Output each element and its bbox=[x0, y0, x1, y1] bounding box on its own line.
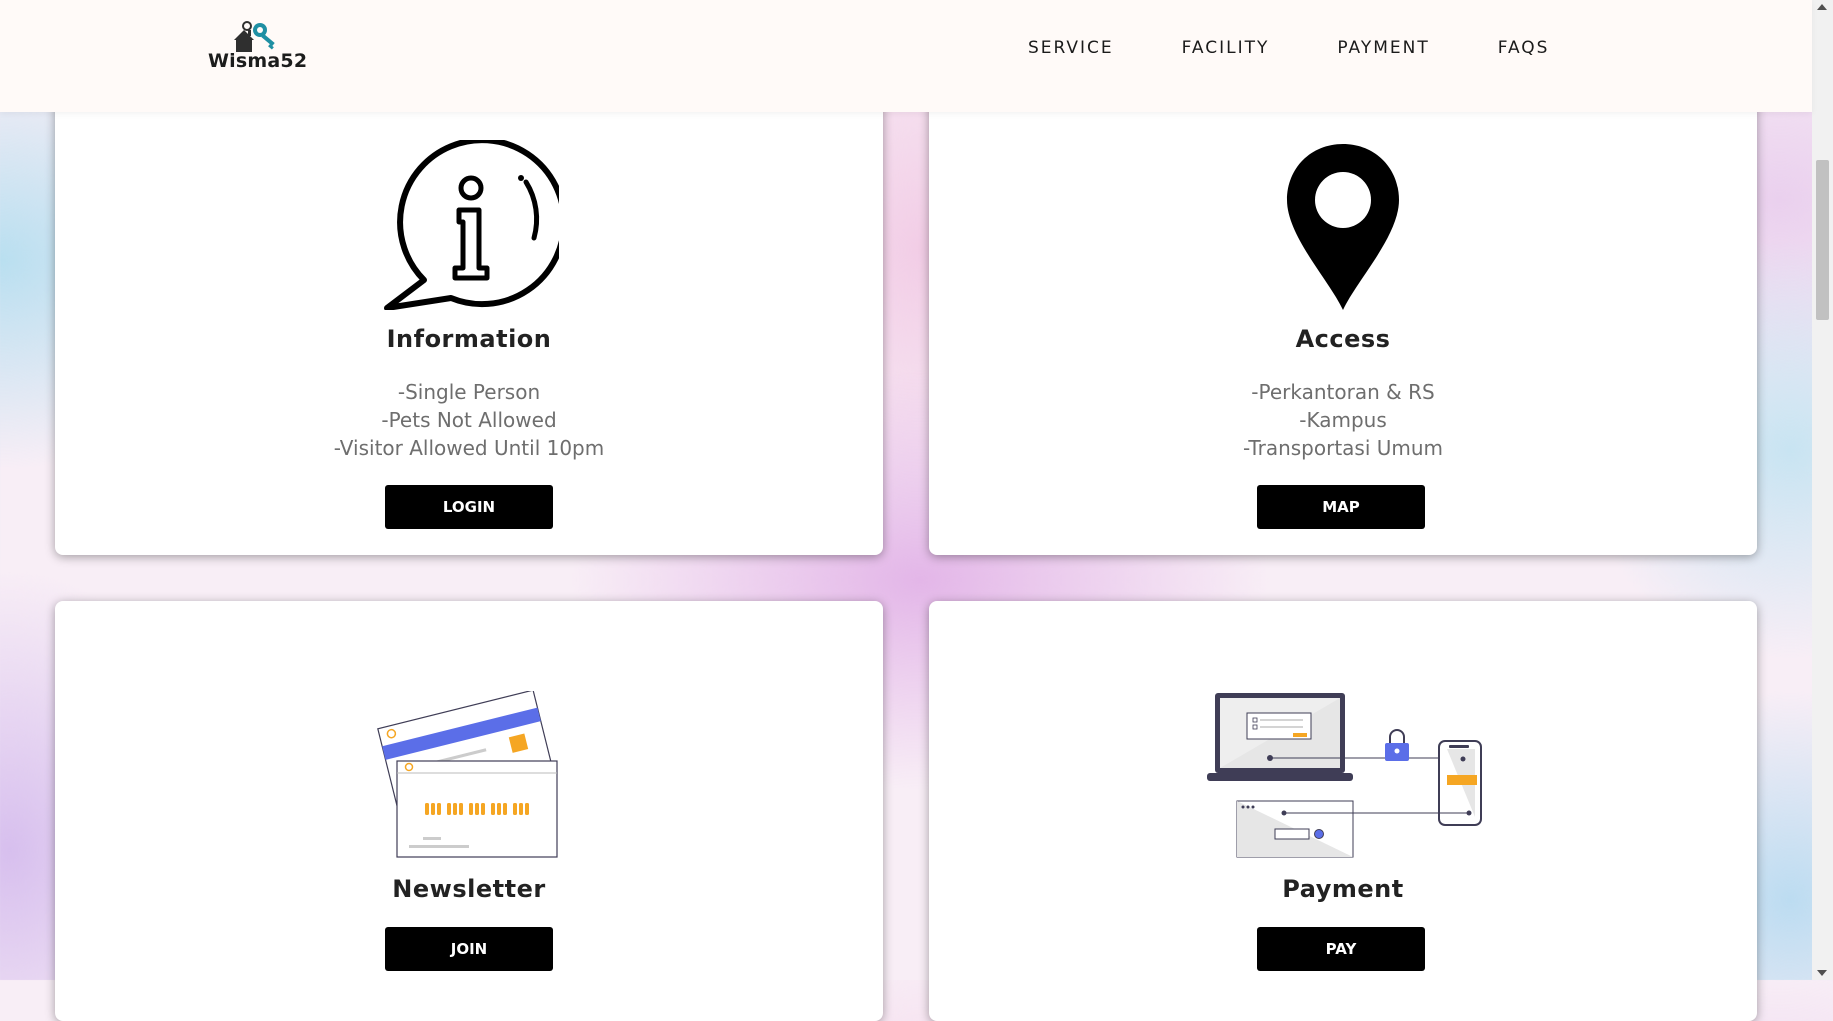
card-title: Information bbox=[386, 325, 552, 353]
card-title: Payment bbox=[1282, 875, 1404, 903]
payment-card: Payment PAY bbox=[929, 601, 1757, 1021]
card-title: Newsletter bbox=[392, 875, 546, 903]
main-nav: SERVICE FACILITY PAYMENT FAQS bbox=[1028, 38, 1617, 58]
list-item: -Visitor Allowed Until 10pm bbox=[333, 436, 605, 460]
list-item: -Perkantoran & RS bbox=[1251, 380, 1435, 404]
list-item: -Transportasi Umum bbox=[1242, 436, 1444, 460]
nav-link-payment[interactable]: PAYMENT bbox=[1337, 38, 1429, 58]
access-card: Access -Perkantoran & RS -Kampus -Transp… bbox=[929, 80, 1757, 555]
access-list: -Perkantoran & RS -Kampus -Transportasi … bbox=[929, 378, 1757, 462]
information-list: -Single Person -Pets Not Allowed -Visito… bbox=[55, 378, 883, 462]
pay-button[interactable]: PAY bbox=[1257, 927, 1425, 971]
login-button[interactable]: LOGIN bbox=[385, 485, 553, 529]
nav-link-faqs[interactable]: FAQS bbox=[1498, 38, 1550, 58]
credit-cards-illustration bbox=[377, 691, 558, 858]
scrollbar[interactable] bbox=[1812, 0, 1833, 980]
online-payment-illustration bbox=[1207, 693, 1482, 858]
newsletter-card: Newsletter JOIN bbox=[55, 601, 883, 1021]
list-item: -Single Person bbox=[397, 380, 541, 404]
logo[interactable]: Wisma52 bbox=[208, 20, 318, 80]
house-keys-icon bbox=[234, 21, 275, 52]
scroll-down-arrow-icon[interactable] bbox=[1817, 970, 1827, 976]
logo-text: Wisma52 bbox=[208, 50, 308, 72]
list-item: -Pets Not Allowed bbox=[381, 408, 557, 432]
map-button[interactable]: MAP bbox=[1257, 485, 1425, 529]
card-title: Access bbox=[1295, 325, 1391, 353]
nav-link-facility[interactable]: FACILITY bbox=[1182, 38, 1270, 58]
list-item: -Kampus bbox=[1299, 408, 1387, 432]
info-chat-icon bbox=[384, 140, 559, 310]
join-button[interactable]: JOIN bbox=[385, 927, 553, 971]
nav-link-service[interactable]: SERVICE bbox=[1028, 38, 1114, 58]
map-pin-icon bbox=[1287, 144, 1399, 310]
information-card: Information -Single Person -Pets Not All… bbox=[55, 80, 883, 555]
scroll-thumb[interactable] bbox=[1816, 160, 1829, 320]
scroll-up-arrow-icon[interactable] bbox=[1817, 4, 1827, 10]
top-navbar: Wisma52 SERVICE FACILITY PAYMENT FAQS bbox=[0, 0, 1812, 112]
